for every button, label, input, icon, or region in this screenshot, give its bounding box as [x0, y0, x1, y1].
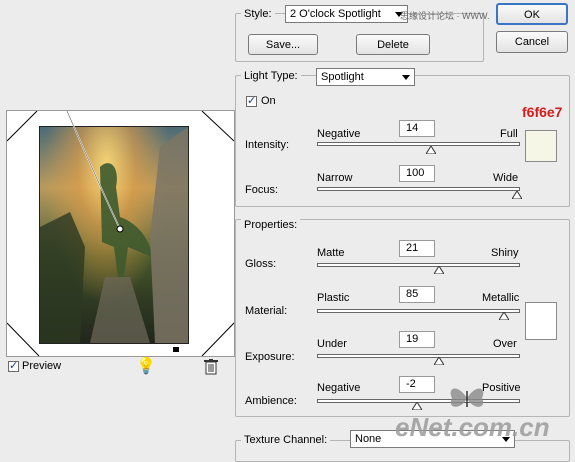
texture-channel-label: Texture Channel: [241, 434, 331, 446]
ambience-max-label: Positive [482, 382, 521, 394]
focus-slider-track[interactable] [317, 187, 520, 191]
gloss-slider-thumb[interactable] [434, 266, 444, 274]
intensity-max-label: Full [500, 128, 518, 140]
exposure-label: Exposure: [245, 351, 295, 363]
exposure-slider-track[interactable] [317, 354, 520, 358]
exposure-max-label: Over [493, 338, 517, 350]
exposure-min-label: Under [317, 338, 347, 350]
intensity-slider-track[interactable] [317, 142, 520, 146]
material-min-label: Plastic [317, 292, 350, 304]
light-bulb-icon[interactable]: 💡 [136, 356, 156, 375]
cancel-button[interactable]: Cancel [496, 31, 568, 53]
style-select[interactable]: 2 O'clock Spotlight [285, 5, 408, 23]
enet-watermark: eNet.com.cn [395, 412, 550, 442]
light-on-label: On [261, 95, 276, 107]
material-input[interactable]: 85 [399, 286, 435, 303]
save-button[interactable]: Save... [248, 34, 318, 55]
gloss-min-label: Matte [317, 247, 345, 259]
material-slider-track[interactable] [317, 309, 520, 313]
texture-channel-value: None [355, 433, 382, 445]
style-label: Style: [241, 8, 275, 20]
exposure-slider-thumb[interactable] [434, 357, 444, 365]
chevron-down-icon [402, 75, 410, 80]
material-max-label: Metallic [482, 292, 520, 304]
focus-slider-thumb[interactable] [512, 191, 522, 199]
intensity-input[interactable]: 14 [399, 120, 435, 137]
light-type-select-value: Spotlight [321, 71, 364, 83]
focus-input[interactable]: 100 [399, 165, 435, 182]
gloss-max-label: Shiny [491, 247, 519, 259]
preview-checkbox[interactable] [8, 359, 19, 372]
preview-label: Preview [22, 360, 62, 372]
properties-label: Properties: [241, 219, 301, 231]
light-type-label: Light Type: [241, 70, 301, 82]
butterfly-icon [450, 388, 484, 407]
intensity-min-label: Negative [317, 128, 361, 140]
light-type-select[interactable]: Spotlight [316, 68, 415, 86]
ambience-min-label: Negative [317, 382, 361, 394]
watermark-text: 思缘设计论坛 · WWW.MISSYUAN.COM [400, 11, 490, 21]
gloss-input[interactable]: 21 [399, 240, 435, 257]
gloss-label: Gloss: [245, 258, 277, 270]
gloss-slider-track[interactable] [317, 263, 520, 267]
light-color-swatch[interactable] [525, 130, 557, 162]
light-color-hex: f6f6e7 [522, 104, 563, 120]
material-slider-thumb[interactable] [499, 312, 509, 320]
ok-button[interactable]: OK [496, 3, 568, 25]
material-color-swatch[interactable] [525, 302, 557, 340]
ambience-label: Ambience: [245, 395, 297, 407]
focus-min-label: Narrow [317, 172, 353, 184]
intensity-slider-thumb[interactable] [426, 146, 436, 154]
exposure-input[interactable]: 19 [399, 331, 435, 348]
focus-max-label: Wide [493, 172, 519, 184]
focus-label: Focus: [245, 184, 279, 196]
trash-icon[interactable] [204, 359, 218, 375]
delete-button[interactable]: Delete [356, 34, 430, 55]
light-on-checkbox[interactable] [246, 94, 257, 107]
light-ellipse-overlay[interactable] [7, 111, 234, 356]
ambience-slider-thumb[interactable] [412, 402, 422, 410]
style-select-value: 2 O'clock Spotlight [290, 8, 381, 20]
intensity-label: Intensity: [245, 139, 290, 151]
preview-canvas[interactable] [6, 110, 235, 357]
material-label: Material: [245, 305, 288, 317]
ambience-input[interactable]: -2 [399, 376, 435, 393]
